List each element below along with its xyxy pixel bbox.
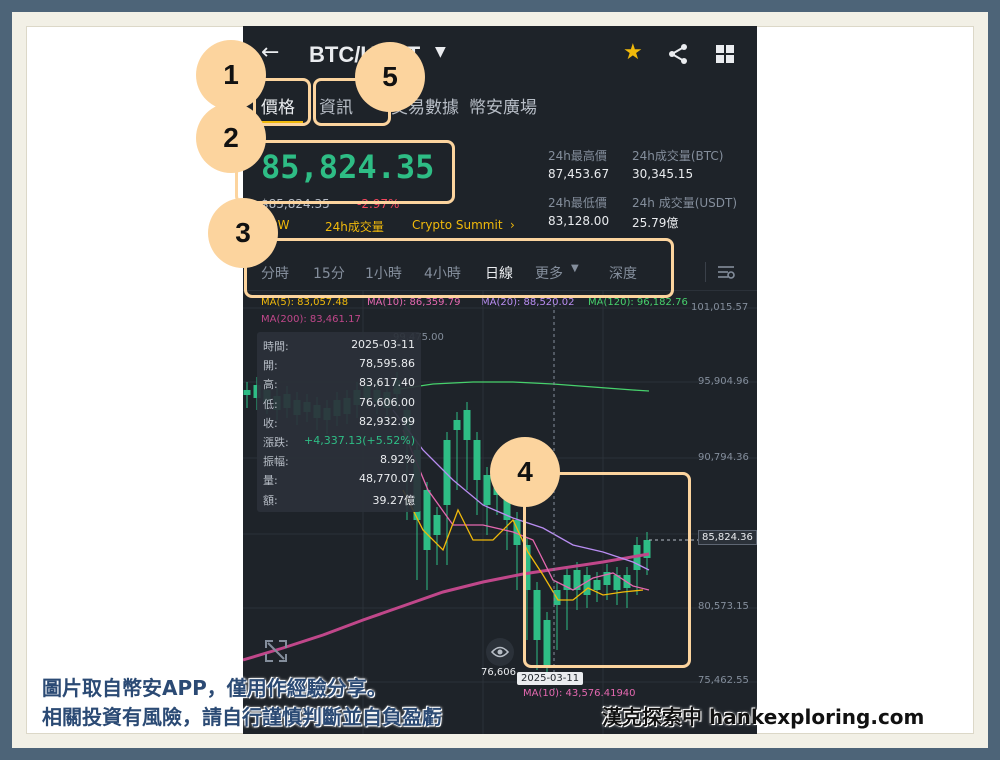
badge-2: 2 bbox=[196, 103, 266, 173]
tooltip-value: 82,932.99 bbox=[359, 414, 415, 428]
ohlc-tooltip: 時間: 2025-03-11 開: 78,595.86 高: 83,617.40 低: 76,… bbox=[257, 332, 421, 512]
tooltip-value: 39.27億 bbox=[372, 493, 416, 507]
chart-settings-icon[interactable] bbox=[717, 264, 735, 284]
badge-4: 4 bbox=[490, 437, 560, 507]
candle-body bbox=[483, 475, 491, 505]
tooltip-label: 振幅: bbox=[263, 455, 289, 469]
tooltip-label: 收: bbox=[263, 416, 278, 430]
stat-vol-btc-value: 30,345.15 bbox=[632, 167, 694, 181]
tooltip-row: 額: 39.27億 bbox=[263, 492, 415, 508]
tooltip-label: 開: bbox=[263, 359, 278, 373]
caption-line-1: 圖片取自幣安APP，僅用作經驗分享。 bbox=[42, 676, 387, 700]
favorite-star-icon[interactable]: ★ bbox=[623, 40, 643, 65]
tooltip-label: 時間: bbox=[263, 340, 289, 353]
y-label-6: 75,462.55 bbox=[698, 675, 749, 686]
pair-dropdown-icon[interactable]: ▼ bbox=[435, 44, 446, 60]
y-label-5: 80,573.15 bbox=[698, 601, 749, 612]
y-label-1: 101,015.57 bbox=[691, 302, 749, 313]
tooltip-label: 高: bbox=[263, 378, 278, 392]
highlight-price bbox=[235, 140, 455, 204]
candle-body bbox=[443, 440, 451, 505]
candle-body bbox=[423, 490, 431, 550]
tooltip-row: 時間: 2025-03-11 bbox=[263, 338, 415, 354]
stat-low-value: 83,128.00 bbox=[548, 214, 610, 228]
tooltip-value: 83,617.40 bbox=[359, 376, 415, 390]
date-marker: 2025-03-11 bbox=[517, 672, 584, 685]
y-label-3: 90,794.36 bbox=[698, 452, 749, 463]
candle-body bbox=[453, 420, 461, 430]
tooltip-value: 8.92% bbox=[380, 453, 415, 467]
candle-body bbox=[463, 410, 471, 440]
highlight-recent-candles bbox=[523, 472, 691, 668]
tooltip-row: 低: 76,606.00 bbox=[263, 396, 415, 412]
y-label-2: 95,904.96 bbox=[698, 376, 749, 387]
share-icon[interactable] bbox=[666, 42, 690, 70]
tag-crypto-summit[interactable]: Crypto Summit bbox=[412, 218, 503, 232]
tooltip-value: 76,606.00 bbox=[359, 395, 415, 409]
stat-vol-btc-label: 24h成交量(BTC) bbox=[632, 149, 724, 163]
highlight-intervals bbox=[244, 238, 674, 298]
current-price-tag: 85,824.36 bbox=[698, 530, 757, 545]
candle-body bbox=[433, 515, 441, 535]
eye-icon[interactable] bbox=[486, 638, 514, 666]
back-arrow-icon[interactable]: ← bbox=[261, 40, 279, 65]
tooltip-row: 振幅: 8.92% bbox=[263, 453, 415, 469]
tooltip-value: 78,595.86 bbox=[359, 357, 415, 371]
tooltip-label: 低: bbox=[263, 397, 278, 411]
tooltip-label: 額: bbox=[263, 493, 278, 507]
tooltip-label: 量: bbox=[263, 474, 278, 488]
caption-line-2: 相關投資有風險，請自行謹慎判斷並自負盈虧 bbox=[42, 705, 442, 729]
ma120-line bbox=[392, 381, 650, 392]
brand-watermark: 漢克探索中 hankexploring.com bbox=[602, 705, 925, 729]
tooltip-row: 收: 82,932.99 bbox=[263, 415, 415, 431]
candle-body bbox=[473, 440, 481, 480]
low-marker: 76,606 bbox=[481, 667, 516, 678]
tooltip-value: 48,770.07 bbox=[359, 472, 415, 486]
tooltip-row: 量: 48,770.07 bbox=[263, 472, 415, 488]
tag-24h-volume[interactable]: 24h成交量 bbox=[325, 218, 384, 235]
stat-vol-usdt-value: 25.79億 bbox=[632, 216, 679, 230]
candle-body bbox=[243, 390, 251, 395]
tooltip-value: 2025-03-11 bbox=[351, 338, 415, 351]
tooltip-label: 漲跌: bbox=[263, 436, 289, 449]
stat-high-value: 87,453.67 bbox=[548, 167, 610, 181]
grid-menu-icon[interactable] bbox=[715, 44, 735, 68]
badge-5: 5 bbox=[355, 42, 425, 112]
tooltip-row: 漲跌: +4,337.13(+5.52%) bbox=[263, 434, 415, 450]
volume-ma-label: MA(10): 43,576.41940 bbox=[523, 688, 636, 699]
tab-binance-square[interactable]: 幣安廣場 bbox=[469, 93, 537, 118]
tooltip-row: 高: 83,617.40 bbox=[263, 376, 415, 392]
tag-chevron-icon[interactable]: › bbox=[510, 218, 515, 232]
divider bbox=[705, 262, 706, 282]
stat-vol-usdt-label: 24h 成交量(USDT) bbox=[632, 196, 738, 210]
tooltip-value: +4,337.13(+5.52%) bbox=[304, 434, 415, 447]
stat-low-label: 24h最低價 bbox=[548, 196, 607, 210]
stat-high-label: 24h最高價 bbox=[548, 149, 607, 163]
tooltip-row: 開: 78,595.86 bbox=[263, 357, 415, 373]
expand-chart-icon[interactable] bbox=[263, 638, 289, 668]
badge-1: 1 bbox=[196, 40, 266, 110]
badge-3: 3 bbox=[208, 198, 278, 268]
